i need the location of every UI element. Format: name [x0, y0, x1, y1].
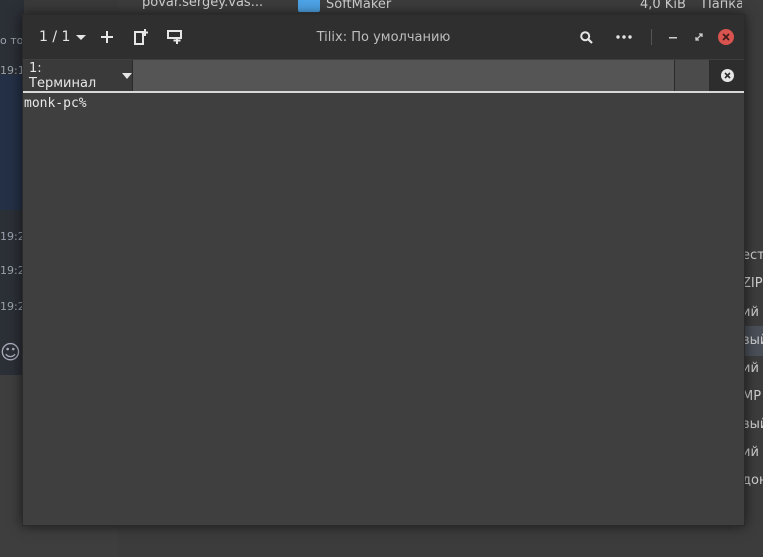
background-time: 19:2	[0, 300, 25, 313]
background-text: естн	[742, 248, 763, 263]
terminal-title: 1: Терминал	[29, 60, 97, 91]
file-size: 4,0 KiB	[640, 0, 686, 12]
split-right-icon	[134, 29, 149, 45]
split-down-icon	[167, 30, 183, 44]
window-controls	[569, 22, 738, 52]
terminal-titlebar: 1: Терминал	[23, 60, 744, 91]
ellipsis-icon	[616, 35, 632, 39]
file-row: SoftMaker	[298, 0, 391, 12]
plus-icon	[101, 31, 114, 43]
terminal-view[interactable]: monk-pc%	[23, 93, 744, 525]
split-right-button[interactable]	[124, 22, 158, 52]
background-text: вый	[742, 333, 763, 348]
background-text: ZIP	[742, 276, 763, 291]
chevron-down-icon	[76, 34, 87, 40]
minimize-icon	[669, 37, 677, 39]
search-button[interactable]	[569, 22, 603, 52]
background-text: вый	[742, 417, 763, 432]
menu-button[interactable]	[607, 22, 641, 52]
background-file-types-column: естн ZIP ий вый ий MP вый ий дон	[742, 0, 763, 557]
add-session-button[interactable]	[90, 22, 124, 52]
file-type: Папка	[702, 0, 745, 12]
search-icon	[579, 30, 593, 44]
background-chat-panel: о то 19:1 19:2 19:2 19:2 ☺	[0, 0, 25, 375]
shell-prompt: monk-pc%	[24, 96, 87, 111]
file-name: povar.sergey.vas...	[142, 0, 264, 10]
maximize-button[interactable]	[688, 22, 710, 52]
window-header-bar: Tilix: По умолчанию 1 / 1	[23, 15, 744, 59]
folder-icon	[298, 0, 320, 12]
close-icon	[720, 69, 734, 82]
terminal-sync-toggle[interactable]	[674, 60, 709, 91]
file-row: povar.sergey.vas...	[142, 0, 263, 10]
tilix-window: Tilix: По умолчанию 1 / 1 1: Терминал mo…	[22, 14, 745, 526]
background-time: 19:2	[0, 264, 25, 277]
maximize-icon	[695, 33, 703, 41]
close-icon	[718, 29, 734, 45]
minimize-button[interactable]	[662, 22, 684, 52]
file-name: SoftMaker	[326, 0, 392, 12]
split-down-button[interactable]	[158, 22, 192, 52]
background-text: о то	[0, 34, 24, 47]
terminal-title-area	[133, 60, 674, 91]
background-time: 19:2	[0, 230, 25, 243]
background-text: дон	[742, 473, 763, 488]
close-window-button[interactable]	[714, 22, 738, 52]
close-terminal-button[interactable]	[709, 60, 744, 91]
session-switcher-button[interactable]: 1 / 1	[35, 22, 90, 52]
emoji-icon: ☺	[0, 340, 21, 364]
session-counter: 1 / 1	[39, 29, 71, 45]
terminal-title-button[interactable]: 1: Терминал	[23, 60, 133, 91]
background-chat-area	[0, 75, 24, 210]
chevron-down-icon	[122, 72, 132, 79]
header-separator	[651, 29, 652, 45]
background-time: 19:1	[0, 64, 25, 77]
